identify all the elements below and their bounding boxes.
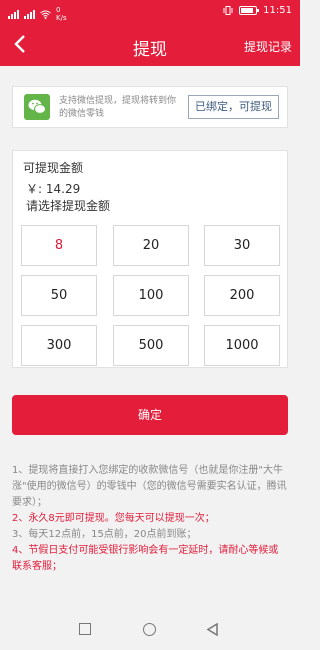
note-item: 4、节假日支付可能受银行影响会有一定延时，请耐心等候或联系客服； (12, 545, 279, 572)
amount-option-50[interactable]: 50 (21, 275, 97, 316)
available-amount-value: ￥: 14.29 (26, 182, 81, 196)
triangle-back-icon[interactable] (206, 623, 219, 636)
amount-option-1000[interactable]: 1000 (204, 325, 280, 366)
withdraw-amount-card: 可提现金额 ￥: 14.29 请选择提现金额 8 20 30 50 100 20… (12, 150, 288, 368)
available-amount-label: 可提现金额 (23, 161, 84, 175)
vibrate-icon (223, 6, 233, 15)
network-speed: 0 (56, 6, 61, 14)
amount-option-500[interactable]: 500 (113, 325, 189, 366)
wechat-binding-card: 支持微信提现，提现将转到你的微信零钱 已绑定，可提现 (12, 86, 288, 128)
status-time: 11:51 (263, 5, 292, 16)
nav-bar: 提现 提现记录 (0, 24, 300, 66)
battery-icon (239, 6, 260, 15)
amount-option-8[interactable]: 8 (21, 225, 97, 266)
signal-icon (8, 9, 19, 19)
signal-icon-2 (24, 9, 35, 19)
amount-option-100[interactable]: 100 (113, 275, 189, 316)
note-item: 3、每天12点前，15点前，20点前到账； (12, 529, 197, 540)
amount-option-30[interactable]: 30 (204, 225, 280, 266)
confirm-button[interactable]: 确定 (12, 395, 288, 435)
status-bar: 0 K/s 11:51 (0, 0, 300, 24)
wechat-binding-description: 支持微信提现，提现将转到你的微信零钱 (59, 96, 177, 119)
system-navigation-bar (0, 610, 300, 650)
note-item: 1、提现将直接打入您绑定的收款微信号（也就是你注册"大牛涨"使用的微信号）的零钱… (12, 465, 287, 508)
square-icon[interactable] (79, 623, 91, 635)
amount-option-300[interactable]: 300 (21, 325, 97, 366)
amount-option-20[interactable]: 20 (113, 225, 189, 266)
choose-amount-prompt: 请选择提现金额 (26, 199, 111, 213)
withdraw-notes: 1、提现将直接打入您绑定的收款微信号（也就是你注册"大牛涨"使用的微信号）的零钱… (12, 463, 288, 575)
wechat-logo-icon (24, 94, 50, 120)
status-right: 11:51 (223, 5, 292, 16)
bound-status-button[interactable]: 已绑定，可提现 (188, 95, 279, 119)
wifi-icon (40, 10, 51, 19)
chevron-left-icon[interactable] (10, 33, 32, 55)
circle-icon[interactable] (143, 623, 156, 636)
network-speed-unit: K/s (56, 14, 67, 22)
amount-option-200[interactable]: 200 (204, 275, 280, 316)
withdraw-history-link[interactable]: 提现记录 (244, 38, 292, 55)
status-left: 0 K/s (8, 6, 67, 22)
note-item: 2、永久8元即可提现。您每天可以提现一次； (12, 513, 215, 524)
